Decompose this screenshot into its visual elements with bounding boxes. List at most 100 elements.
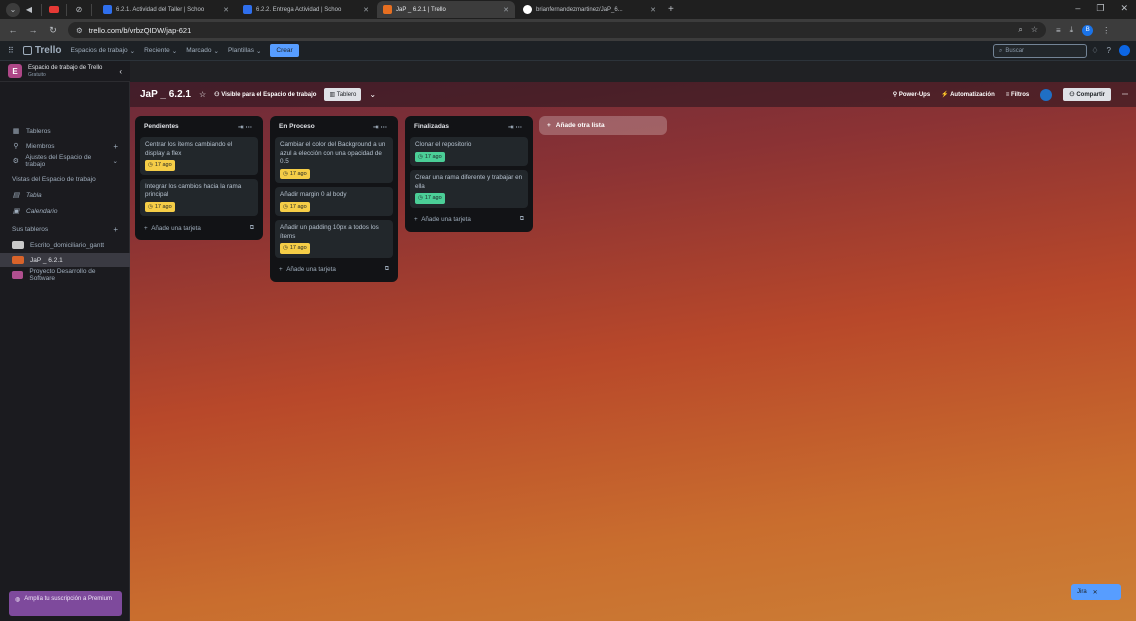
upgrade-premium-button[interactable]: ◍ Amplía tu suscripción a Premium xyxy=(9,591,122,616)
minimize-icon[interactable]: – xyxy=(1075,3,1080,14)
nav-workspaces[interactable]: Espacios de trabajo ⌄ xyxy=(71,47,136,55)
close-tab-icon[interactable]: ✕ xyxy=(363,6,369,14)
sidebar-board-item[interactable]: Proyecto Desarrollo de Software xyxy=(0,268,130,282)
collapse-sidebar-icon[interactable]: ‹ xyxy=(119,67,122,76)
sidebar-item-label: Ajustes del Espacio de trabajo xyxy=(25,154,92,168)
sidebar-board-item-active[interactable]: JaP _ 6.2.1 xyxy=(0,253,130,267)
sidebar-board-label: JaP _ 6.2.1 xyxy=(30,256,63,264)
list-header[interactable]: En Proceso ⇥⋯ xyxy=(275,120,393,133)
due-date-badge[interactable]: ◷ 17 ago xyxy=(280,201,310,212)
new-tab-button[interactable]: + xyxy=(664,4,678,15)
powerups-button[interactable]: ⚲ Power-Ups xyxy=(893,91,930,98)
card[interactable]: Añadir un padding 10px a todos los ítems… xyxy=(275,220,393,258)
jira-button[interactable]: Jira ✕ xyxy=(1071,584,1121,600)
add-member-icon[interactable]: + xyxy=(113,142,118,151)
pinned-youtube-tab[interactable] xyxy=(47,3,61,17)
add-board-icon[interactable]: + xyxy=(113,225,118,234)
sidebar-item-calendar[interactable]: ▣ Calendario xyxy=(0,204,130,218)
user-avatar[interactable] xyxy=(1119,45,1130,56)
card-template-icon[interactable]: ⧉ xyxy=(520,216,524,223)
filters-button[interactable]: ≡ Filtros xyxy=(1006,92,1030,98)
card[interactable]: Integrar los cambios hacia la rama princ… xyxy=(140,178,258,216)
nav-starred[interactable]: Marcado ⌄ xyxy=(186,47,219,55)
sidebar-item-members[interactable]: ⚲ Miembros + xyxy=(0,139,130,153)
sidebar-item-boards[interactable]: ▦ Tableros xyxy=(0,124,130,138)
sidebar-item-settings[interactable]: ⚙ Ajustes del Espacio de trabajo ⌄ xyxy=(0,154,130,168)
reload-icon[interactable]: ↻ xyxy=(48,25,58,36)
board-title[interactable]: JaP _ 6.2.1 xyxy=(140,89,191,100)
star-icon[interactable]: ☆ xyxy=(199,90,206,99)
close-icon[interactable]: ✕ xyxy=(1093,589,1098,596)
card[interactable]: Crear una rama diferente y trabajar en e… xyxy=(410,170,528,208)
powerups-label: Power-Ups xyxy=(898,92,931,98)
board-canvas: JaP _ 6.2.1 ☆ ⚇ Visible para el Espacio … xyxy=(130,82,1136,621)
calendar-icon: ▣ xyxy=(12,208,20,215)
due-date-badge[interactable]: ◷ 17 ago xyxy=(145,201,175,212)
automation-button[interactable]: ⚡ Automatización xyxy=(941,91,995,98)
sidebar-board-label: Escrito_domiciliario_gantt xyxy=(30,241,105,249)
pinned-github-tab[interactable]: ⊘ xyxy=(72,3,86,17)
card[interactable]: Clonar el repositorio ◷ 17 ago xyxy=(410,137,528,166)
trello-logo[interactable]: Trello xyxy=(22,45,62,56)
add-card-button[interactable]: + Añade una tarjeta ⧉ xyxy=(140,220,258,236)
address-bar[interactable]: ⚙ trello.com/b/vrbzQIDW/jap-621 ⌕ ☆ xyxy=(68,22,1046,38)
due-date-badge[interactable]: ◷ 17 ago xyxy=(415,193,445,204)
browser-tab[interactable]: brianfernandezmartinez/JaP_6... ✕ xyxy=(517,1,662,18)
add-card-button[interactable]: + Añade una tarjeta ⧉ xyxy=(410,212,528,228)
help-icon[interactable]: ? xyxy=(1107,46,1111,55)
app-switcher-icon[interactable]: ⠿ xyxy=(8,46,14,55)
add-card-button[interactable]: + Añade una tarjeta ⧉ xyxy=(275,262,393,278)
close-tab-icon[interactable]: ✕ xyxy=(503,6,509,14)
card[interactable]: Añadir margin 0 al body ◷ 17 ago xyxy=(275,187,393,216)
chevron-down-icon[interactable]: ⌄ xyxy=(369,90,376,99)
nav-templates[interactable]: Plantillas ⌄ xyxy=(228,47,261,55)
share-button[interactable]: ⚇ Compartir xyxy=(1063,88,1111,101)
due-date-badge[interactable]: ◷ 17 ago xyxy=(280,243,310,254)
close-tab-icon[interactable]: ✕ xyxy=(223,6,229,14)
person-icon: ⚲ xyxy=(13,143,19,150)
restore-icon[interactable]: ❐ xyxy=(1096,3,1104,14)
create-button[interactable]: Crear xyxy=(270,44,299,57)
nav-recent[interactable]: Reciente ⌄ xyxy=(144,47,177,55)
search-input[interactable]: ⌕ Buscar xyxy=(993,44,1087,58)
due-date-badge[interactable]: ◷ 17 ago xyxy=(280,168,310,179)
card[interactable]: Cambiar el color del Background a un azu… xyxy=(275,137,393,183)
list-actions-icon[interactable]: ⇥⋯ xyxy=(238,123,254,131)
list-actions-icon[interactable]: ⇥⋯ xyxy=(373,123,389,131)
add-list-button[interactable]: + Añade otra lista xyxy=(539,116,667,135)
browser-tab[interactable]: 6.2.2. Entrega Actividad | Schoo ✕ xyxy=(237,1,375,18)
tab-search-icon[interactable]: ⌄ xyxy=(6,2,20,17)
extensions-icon[interactable]: ≡ xyxy=(1056,26,1061,35)
close-window-icon[interactable]: ✕ xyxy=(1120,3,1128,14)
browser-tab[interactable]: 6.2.1. Actividad del Taller | Schoo ✕ xyxy=(97,1,235,18)
bookmark-star-icon[interactable]: ☆ xyxy=(1031,25,1038,35)
card-template-icon[interactable]: ⧉ xyxy=(385,266,389,273)
member-avatar[interactable] xyxy=(1040,88,1053,101)
sidebar-item-table[interactable]: ▤ Tabla xyxy=(0,188,130,202)
board-view-button[interactable]: ▥ Tablero xyxy=(324,88,362,101)
site-info-icon[interactable]: ⚙ xyxy=(76,26,83,35)
more-options-icon[interactable]: ⋯ xyxy=(1122,91,1128,98)
menu-kebab-icon[interactable]: ⋮ xyxy=(1102,26,1110,35)
visibility-button[interactable]: ⚇ Visible para el Espacio de trabajo xyxy=(214,91,316,98)
list-header[interactable]: Finalizadas ⇥⋯ xyxy=(410,120,528,133)
forward-icon[interactable]: → xyxy=(28,25,38,35)
browser-tab-active[interactable]: JaP _ 6.2.1 | Trello ✕ xyxy=(377,1,515,18)
download-icon[interactable]: ⤓ xyxy=(1070,25,1074,35)
due-date-badge[interactable]: ◷ 17 ago xyxy=(145,160,175,171)
sidebar-board-item[interactable]: Escrito_domiciliario_gantt xyxy=(0,238,130,252)
browser-toolbar: ← → ↻ ⚙ trello.com/b/vrbzQIDW/jap-621 ⌕ … xyxy=(0,19,1136,41)
card-template-icon[interactable]: ⧉ xyxy=(250,225,254,232)
audio-icon[interactable]: ◀ xyxy=(22,3,36,17)
list-header[interactable]: Pendientes ⇥⋯ xyxy=(140,120,258,133)
card[interactable]: Centrar los ítems cambiando el display a… xyxy=(140,137,258,175)
board-header: JaP _ 6.2.1 ☆ ⚇ Visible para el Espacio … xyxy=(130,82,1136,107)
profile-avatar-icon[interactable]: B xyxy=(1082,24,1094,36)
back-icon[interactable]: ← xyxy=(8,25,18,35)
close-tab-icon[interactable]: ✕ xyxy=(650,6,656,14)
list-actions-icon[interactable]: ⇥⋯ xyxy=(508,123,524,131)
workspace-header[interactable]: E Espacio de trabajo de Trello Gratuito … xyxy=(0,61,130,82)
due-date-badge[interactable]: ◷ 17 ago xyxy=(415,151,445,162)
notifications-icon[interactable]: ♢ xyxy=(1091,46,1098,55)
zoom-icon[interactable]: ⌕ xyxy=(1018,25,1022,35)
